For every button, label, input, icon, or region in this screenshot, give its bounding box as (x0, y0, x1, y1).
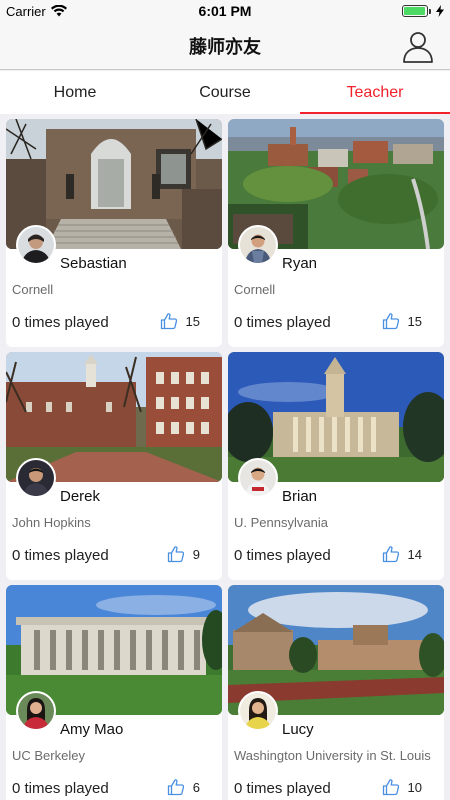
tab-course[interactable]: Course (150, 71, 300, 114)
tab-home[interactable]: Home (0, 71, 150, 114)
status-left: Carrier (6, 4, 67, 19)
teacher-grid: Sebastian Cornell 0 times played 15 Ryan… (0, 114, 450, 800)
like-group[interactable]: 15 (382, 312, 422, 330)
play-count: 0 times played (12, 780, 109, 797)
thumbs-up-icon[interactable] (167, 545, 185, 563)
teacher-card[interactable]: Ryan Cornell 0 times played 15 (228, 119, 444, 347)
teacher-card[interactable]: Sebastian Cornell 0 times played 15 (6, 119, 222, 347)
teacher-school: John Hopkins (12, 515, 91, 530)
page-title: 藤师亦友 (189, 36, 261, 57)
thumbs-up-icon[interactable] (382, 778, 400, 796)
wifi-icon (50, 5, 67, 17)
status-time: 6:01 PM (198, 3, 252, 19)
battery-icon (402, 5, 431, 17)
avatar (16, 458, 56, 498)
teacher-card[interactable]: Lucy Washington University in St. Louis … (228, 585, 444, 800)
thumbs-up-icon[interactable] (382, 312, 400, 330)
play-count: 0 times played (12, 314, 109, 331)
carrier-label: Carrier (6, 3, 46, 19)
like-group[interactable]: 10 (382, 778, 422, 796)
teacher-name: Derek (60, 488, 101, 505)
tab-teacher[interactable]: Teacher (300, 71, 450, 114)
like-count: 15 (185, 313, 200, 329)
avatar (16, 691, 56, 731)
status-right (402, 5, 444, 17)
teacher-name: Sebastian (60, 255, 127, 272)
like-count: 14 (407, 546, 422, 562)
avatar (238, 458, 278, 498)
thumbs-up-icon[interactable] (160, 312, 178, 330)
like-count: 9 (192, 546, 200, 562)
teacher-card[interactable]: Brian U. Pennsylvania 0 times played 14 (228, 352, 444, 580)
play-count: 0 times played (234, 314, 331, 331)
charging-icon (436, 5, 444, 17)
play-count: 0 times played (12, 547, 109, 564)
teacher-name: Ryan (282, 255, 318, 272)
status-bar: Carrier 6:01 PM (0, 0, 450, 22)
teacher-school: U. Pennsylvania (234, 515, 328, 530)
play-count: 0 times played (234, 547, 331, 564)
like-count: 10 (407, 779, 422, 795)
teacher-school: UC Berkeley (12, 748, 85, 763)
like-count: 6 (192, 779, 200, 795)
avatar (238, 225, 278, 265)
nav-bar: 藤师亦友 (0, 22, 450, 70)
teacher-card[interactable]: Amy Mao UC Berkeley 0 times played 6 (6, 585, 222, 800)
avatar (16, 225, 56, 265)
teacher-name: Amy Mao (60, 721, 124, 738)
like-group[interactable]: 9 (167, 545, 200, 563)
like-count: 15 (407, 313, 422, 329)
teacher-school: Cornell (234, 282, 276, 297)
like-group[interactable]: 15 (160, 312, 200, 330)
battery-fill (404, 7, 425, 15)
teacher-school: Washington University in St. Louis (234, 748, 431, 763)
profile-icon[interactable] (400, 28, 436, 64)
like-group[interactable]: 14 (382, 545, 422, 563)
play-count: 0 times played (234, 780, 331, 797)
like-group[interactable]: 6 (167, 778, 200, 796)
tab-bar: Home Course Teacher (0, 71, 450, 114)
thumbs-up-icon[interactable] (382, 545, 400, 563)
teacher-card[interactable]: Derek John Hopkins 0 times played 9 (6, 352, 222, 580)
thumbs-up-icon[interactable] (167, 778, 185, 796)
teacher-school: Cornell (12, 282, 54, 297)
avatar (238, 691, 278, 731)
teacher-name: Brian (282, 488, 318, 505)
teacher-name: Lucy (282, 721, 314, 738)
